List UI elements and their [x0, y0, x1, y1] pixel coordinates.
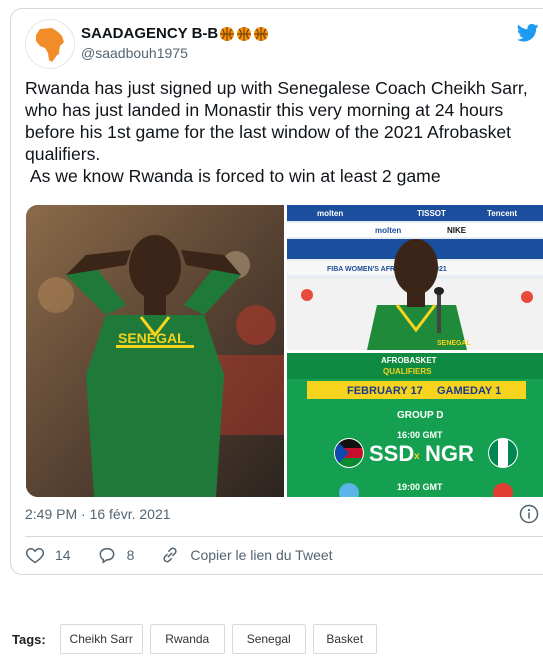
group-label: GROUP D [397, 410, 444, 421]
match1-time: 16:00 GMT [397, 430, 443, 440]
reply-count: 8 [126, 547, 135, 563]
basketball-icon [220, 26, 235, 41]
tag-basket[interactable]: Basket [312, 624, 377, 654]
photo-press-conference[interactable]: molten TISSOT Tencent molten NIKE FIBA W… [287, 205, 543, 350]
like-count: 14 [55, 547, 71, 563]
twitter-bird-icon[interactable] [517, 23, 539, 43]
game-schedule-graphic[interactable]: AFROBASKET QUALIFIERS FEBRUARY 17 GAMEDA… [287, 353, 543, 497]
tweet-timestamp[interactable]: 2:49 PM · 16 févr. 2021 [25, 506, 171, 522]
match2-time: 19:00 GMT [397, 482, 443, 492]
display-name[interactable]: SAADAGENCY B-B [81, 25, 269, 42]
reply-button[interactable]: 8 [97, 545, 135, 565]
flag-south-sudan-icon [334, 438, 364, 468]
shirt-text-right: SENEGAL [437, 340, 472, 347]
africa-logo-icon [36, 28, 64, 62]
sponsor-molten-2: molten [375, 226, 401, 235]
sponsor-tissot: TISSOT [417, 209, 446, 218]
user-handle[interactable]: @saadbouh1975 [81, 45, 188, 61]
tweet-text: Rwanda has just signed up with Senegales… [25, 78, 528, 186]
copy-link-button[interactable]: Copier le lien du Tweet [160, 545, 333, 565]
link-icon [163, 547, 177, 563]
tweet-card[interactable]: SAADAGENCY B-B @saadbouh1975 Rwanda has … [10, 8, 543, 575]
photo-coach-standing[interactable]: SENEGAL [26, 205, 284, 497]
basketball-icon [237, 26, 252, 41]
like-button[interactable]: 14 [25, 545, 71, 565]
tags-label: Tags: [12, 631, 46, 647]
tweet-media[interactable]: SENEGAL molten TISSOT Tencent molten NIK… [26, 205, 543, 497]
event-sub: QUALIFIERS [383, 367, 432, 376]
tag-rwanda[interactable]: Rwanda [149, 624, 225, 654]
gameday: GAMEDAY 1 [437, 385, 501, 397]
away-team: NGR [425, 441, 474, 466]
flag-nigeria-icon [488, 438, 518, 468]
shirt-text: SENEGAL [118, 330, 186, 346]
basketball-icon [254, 26, 269, 41]
divider [25, 536, 543, 537]
tweet-actions: 14 8 Copier le lien du Tweet [25, 545, 359, 565]
event-title: AFROBASKET [381, 356, 437, 365]
copy-link-label: Copier le lien du Tweet [190, 547, 333, 563]
reply-bubble-icon [99, 548, 114, 564]
sponsor-tencent: Tencent [487, 209, 517, 218]
sponsor-nike: NIKE [447, 226, 467, 235]
display-name-text: SAADAGENCY B-B [81, 25, 219, 42]
heart-icon [25, 547, 45, 564]
game-date: FEBRUARY 17 [347, 385, 423, 397]
vs-mark: x [414, 451, 420, 462]
avatar[interactable] [25, 19, 75, 69]
tag-senegal[interactable]: Senegal [231, 624, 306, 654]
tags-bar: Tags: Cheikh Sarr Rwanda Senegal Basket [12, 624, 384, 654]
sponsor-molten-1: molten [317, 209, 343, 218]
info-icon[interactable] [519, 504, 539, 524]
home-team: SSD [369, 441, 414, 466]
tag-cheikh-sarr[interactable]: Cheikh Sarr [59, 624, 143, 654]
